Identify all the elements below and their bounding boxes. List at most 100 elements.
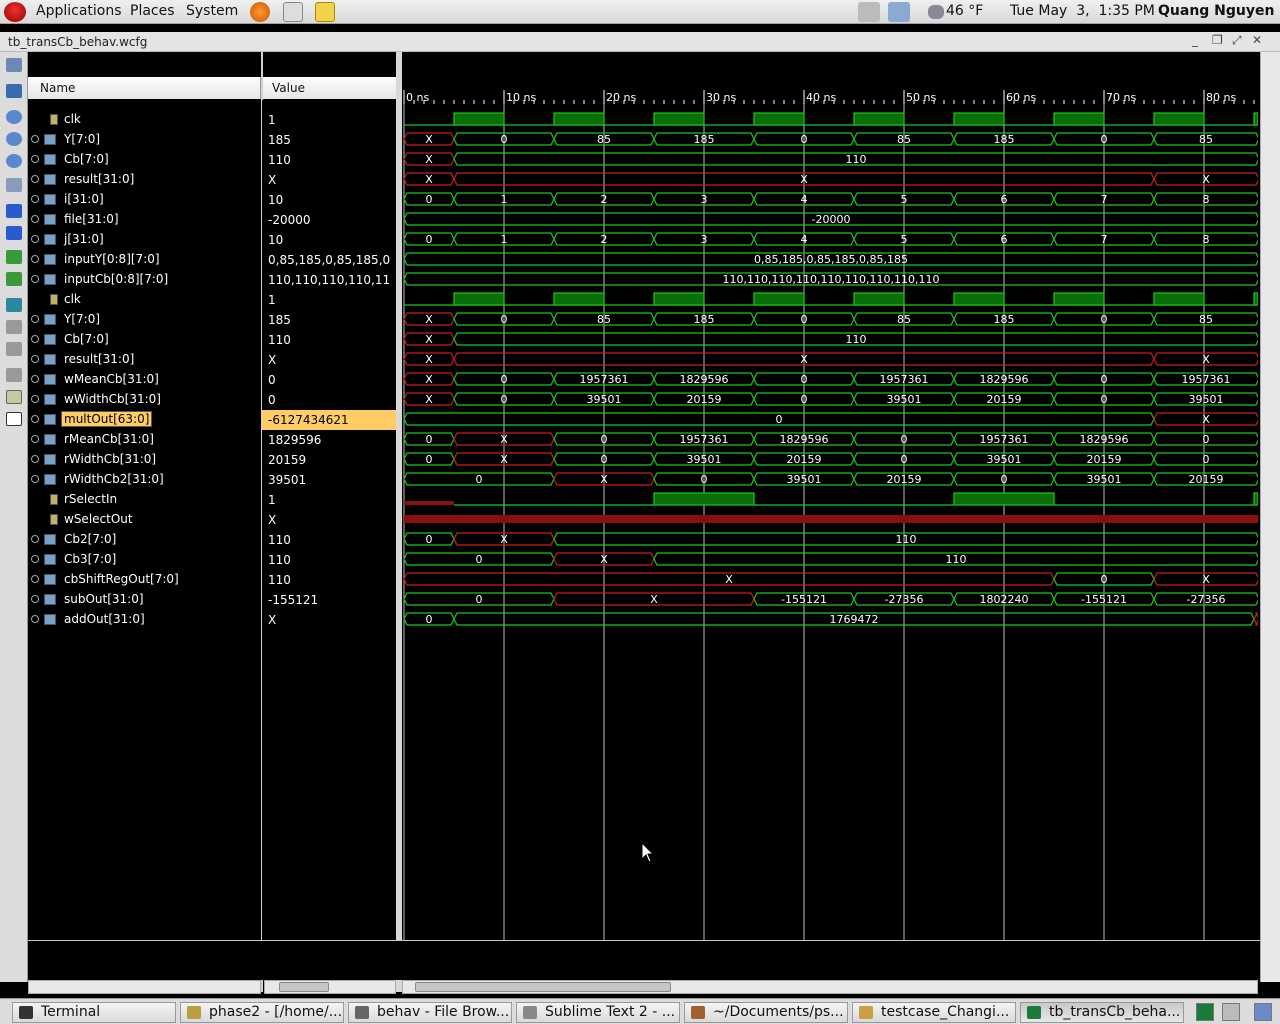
signal-row[interactable]: multOut[63:0]	[28, 410, 261, 430]
go-to-start-icon[interactable]	[6, 204, 22, 218]
expand-icon[interactable]	[31, 535, 39, 543]
waveform-canvas[interactable]: 0 ns 10 ns 20 ns 30 ns 40 ns 50 ns 60 ns 70 ns 8…	[402, 52, 1258, 940]
expand-icon[interactable]	[31, 435, 39, 443]
workspace-2-icon[interactable]	[1222, 1003, 1240, 1021]
signal-row[interactable]: wSelectOut	[28, 510, 261, 530]
signal-row[interactable]: j[31:0]	[28, 230, 261, 250]
trash-icon[interactable]	[1254, 1003, 1272, 1021]
signal-row[interactable]: Y[7:0]	[28, 310, 261, 330]
maximize-button[interactable]: ⤢	[1232, 33, 1242, 48]
signal-value-row[interactable]: 39501	[262, 470, 396, 490]
expand-icon[interactable]	[31, 355, 39, 363]
zoom-full-icon[interactable]	[6, 178, 22, 192]
expand-icon[interactable]	[31, 455, 39, 463]
expand-icon[interactable]	[31, 135, 39, 143]
signal-row[interactable]: Cb[7:0]	[28, 330, 261, 350]
zoom-out-icon[interactable]	[6, 154, 22, 168]
signal-value-row[interactable]: 0	[262, 390, 396, 410]
taskbar-item[interactable]: tb_transCb_beha...	[1020, 1002, 1184, 1023]
network-icon[interactable]	[888, 2, 910, 22]
signal-row[interactable]: Cb[7:0]	[28, 150, 261, 170]
prev-marker-icon[interactable]	[6, 320, 22, 334]
signal-value-row[interactable]: -20000	[262, 210, 396, 230]
minimize-button[interactable]: _	[1192, 33, 1198, 47]
signal-value-row[interactable]: 110	[262, 330, 396, 350]
workspace-1-icon[interactable]	[1196, 1003, 1214, 1021]
signal-value-row[interactable]: 10	[262, 230, 396, 250]
signal-value-row[interactable]: 0,85,185,0,85,185,0	[262, 250, 396, 270]
redhat-logo-icon[interactable]	[4, 2, 26, 22]
signal-row[interactable]: wMeanCb[31:0]	[28, 370, 261, 390]
user-name[interactable]: Quang Nguyen	[1158, 3, 1274, 19]
expand-icon[interactable]	[31, 575, 39, 583]
zoom-in-icon[interactable]	[6, 132, 22, 146]
value-hscrollbar[interactable]	[264, 980, 396, 994]
notes-icon[interactable]	[315, 2, 335, 22]
signal-value-row[interactable]: 0	[262, 370, 396, 390]
expand-icon[interactable]	[31, 395, 39, 403]
expand-icon[interactable]	[31, 475, 39, 483]
signal-value-row[interactable]: -6127434621	[262, 410, 396, 430]
zoom-fit-icon[interactable]	[6, 110, 22, 124]
signal-row[interactable]: subOut[31:0]	[28, 590, 261, 610]
signal-row[interactable]: result[31:0]	[28, 350, 261, 370]
signal-value-row[interactable]: -155121	[262, 590, 396, 610]
expand-icon[interactable]	[31, 215, 39, 223]
previous-transition-icon[interactable]	[6, 250, 22, 264]
signal-row[interactable]: file[31:0]	[28, 210, 261, 230]
signal-value-row[interactable]: X	[262, 610, 396, 630]
signal-row[interactable]: result[31:0]	[28, 170, 261, 190]
waveform-viewer[interactable]: 0 ns 10 ns 20 ns 30 ns 40 ns 50 ns 60 ns 70 ns 8…	[402, 52, 1258, 940]
taskbar-item[interactable]: Terminal	[12, 1002, 176, 1023]
snap-to-transition-icon[interactable]	[6, 390, 22, 404]
taskbar-item[interactable]: Sublime Text 2 - ...	[516, 1002, 680, 1023]
signal-row[interactable]: rWidthCb2[31:0]	[28, 470, 261, 490]
signal-value-row[interactable]: 110	[262, 530, 396, 550]
expand-icon[interactable]	[31, 235, 39, 243]
floating-ruler-icon[interactable]	[6, 412, 22, 426]
wave-hscrollbar[interactable]	[402, 980, 1258, 994]
signal-value-row[interactable]: 110,110,110,110,11	[262, 270, 396, 290]
signal-row[interactable]: Y[7:0]	[28, 130, 261, 150]
expand-icon[interactable]	[31, 195, 39, 203]
wave-vscrollbar[interactable]	[1260, 52, 1280, 982]
weather-temp[interactable]: 46 °F	[946, 3, 983, 19]
restore-button[interactable]: ❐	[1212, 33, 1223, 47]
name-column-header[interactable]: Name	[28, 77, 261, 99]
expand-icon[interactable]	[31, 415, 39, 423]
save-icon[interactable]	[6, 84, 22, 98]
expand-icon[interactable]	[31, 375, 39, 383]
expand-icon[interactable]	[31, 615, 39, 623]
signal-row[interactable]: rWidthCb[31:0]	[28, 450, 261, 470]
taskbar-item[interactable]: testcase_Changi...	[852, 1002, 1016, 1023]
firefox-icon[interactable]	[250, 2, 270, 22]
taskbar-item[interactable]: ~/Documents/ps...	[684, 1002, 848, 1023]
signal-row[interactable]: addOut[31:0]	[28, 610, 261, 630]
signal-row[interactable]: i[31:0]	[28, 190, 261, 210]
signal-value-row[interactable]: X	[262, 510, 396, 530]
expand-icon[interactable]	[31, 595, 39, 603]
mail-icon[interactable]	[283, 2, 303, 22]
expand-icon[interactable]	[31, 155, 39, 163]
signal-value-row[interactable]: 10	[262, 190, 396, 210]
signal-value-row[interactable]: X	[262, 350, 396, 370]
expand-icon[interactable]	[31, 335, 39, 343]
volume-muted-icon[interactable]	[858, 2, 880, 22]
signal-row[interactable]: inputCb[0:8][7:0]	[28, 270, 261, 290]
signal-value-row[interactable]: 1	[262, 290, 396, 310]
signal-value-row[interactable]: 1829596	[262, 430, 396, 450]
signal-row[interactable]: Cb3[7:0]	[28, 550, 261, 570]
signal-value-row[interactable]: X	[262, 170, 396, 190]
name-hscrollbar[interactable]	[28, 980, 271, 994]
close-button[interactable]: ✕	[1252, 33, 1262, 47]
signal-value-row[interactable]: 1	[262, 490, 396, 510]
taskbar-item[interactable]: behav - File Brow...	[348, 1002, 512, 1023]
expand-icon[interactable]	[31, 175, 39, 183]
go-to-end-icon[interactable]	[6, 226, 22, 240]
signal-value-row[interactable]: 185	[262, 130, 396, 150]
expand-icon[interactable]	[31, 255, 39, 263]
signal-value-row[interactable]: 185	[262, 310, 396, 330]
expand-icon[interactable]	[31, 555, 39, 563]
next-marker-icon[interactable]	[6, 342, 22, 356]
menu-places[interactable]: Places	[130, 3, 175, 19]
